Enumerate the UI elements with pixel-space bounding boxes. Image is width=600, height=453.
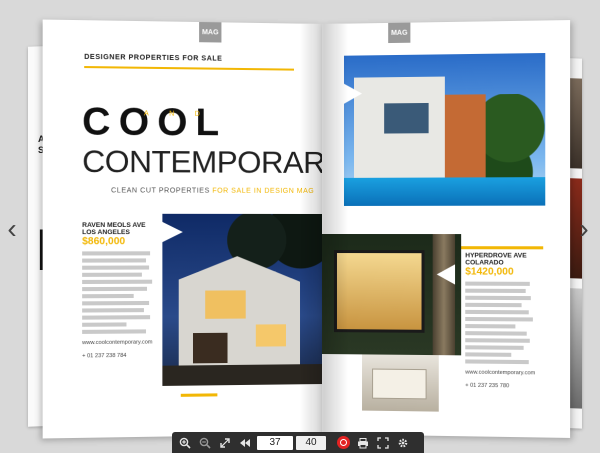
section-rule (84, 66, 295, 71)
listing-body-text (465, 281, 537, 365)
house-photo-4 (362, 354, 439, 412)
page-right[interactable]: MAG HYPERDROVE AVE COLARADO $1420,000 ww… (322, 20, 571, 438)
headline-and: AND (143, 110, 221, 119)
zoom-in-icon[interactable] (176, 434, 194, 452)
double-chevron-left-icon[interactable] (236, 434, 254, 452)
prev-page-arrow[interactable]: ‹ (2, 214, 22, 244)
listing-phone: + 01 237 238 784 (82, 352, 127, 360)
headline-cool: COOL (82, 100, 228, 145)
mag-badge: MAG (388, 22, 411, 44)
current-page-input[interactable]: 37 (257, 435, 293, 450)
listing-title-1: RAVEN MEOLS AVE (82, 221, 146, 229)
listing-price: $860,000 (82, 236, 126, 248)
accent-bar (461, 246, 544, 250)
total-pages: 40 (296, 435, 326, 450)
listing-body-text (82, 251, 156, 334)
viewer-toolbar: 37 40 (172, 432, 424, 453)
property-listing: HYPERDROVE AVE COLARADO $1420,000 www.co… (465, 252, 537, 390)
property-listing: RAVEN MEOLS AVE LOS ANGELES $860,000 www… (82, 222, 156, 361)
record-icon[interactable] (334, 434, 352, 452)
listing-price: $1420,000 (465, 266, 514, 278)
gear-icon[interactable] (394, 434, 412, 452)
accent-bar (180, 393, 218, 397)
fit-screen-icon[interactable] (374, 434, 392, 452)
tagline-part-b: FOR SALE IN DESIGN MAG (212, 187, 315, 195)
section-title: DESIGNER PROPERTIES FOR SALE (84, 53, 223, 63)
listing-phone: + 01 237 235 780 (465, 382, 510, 390)
house-photo-1 (162, 213, 324, 386)
tagline: CLEAN CUT PROPERTIES FOR SALE IN DESIGN … (111, 187, 314, 195)
listing-website: www.coolcontemporary.com (465, 369, 536, 377)
flipbook-viewer: ANST E MAG DESIGNER PROPERTIES FOR SALE … (0, 0, 600, 453)
house-photo-3 (322, 234, 462, 356)
listing-website: www.coolcontemporary.com (82, 339, 153, 347)
page-left[interactable]: MAG DESIGNER PROPERTIES FOR SALE COOL AN… (42, 19, 324, 439)
tagline-part-a: CLEAN CUT PROPERTIES (111, 187, 210, 195)
listing-title-2: LOS ANGELES (82, 229, 130, 237)
printer-icon[interactable] (354, 434, 372, 452)
headline-contemporary: CONTEMPORARY (82, 143, 324, 181)
mag-badge: MAG (199, 22, 222, 43)
expand-icon[interactable] (216, 434, 234, 452)
house-photo-2 (343, 52, 546, 206)
next-page-arrow[interactable]: › (574, 214, 594, 244)
zoom-out-icon[interactable] (196, 434, 214, 452)
